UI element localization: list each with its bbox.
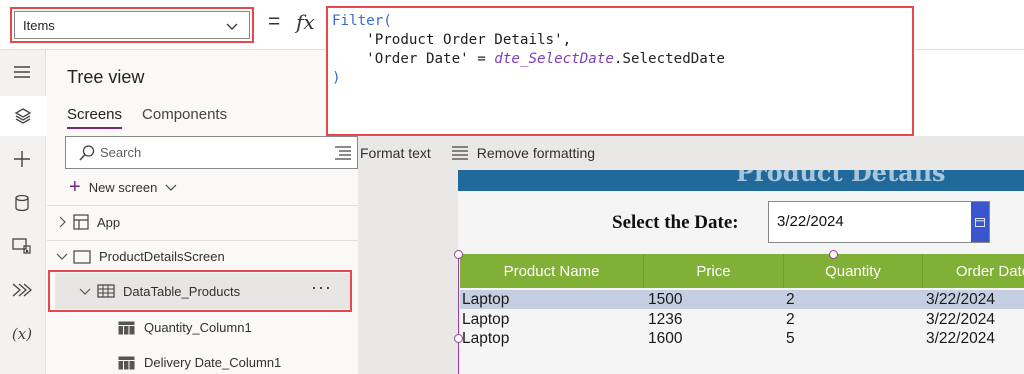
table-cell: 3/22/2024 [926,291,995,308]
divider [47,205,358,206]
database-icon[interactable] [8,189,36,217]
resize-handle[interactable] [454,334,463,343]
date-picker-value: 3/22/2024 [777,213,844,230]
calendar-icon[interactable] [971,202,989,242]
table-cell: Laptop [462,311,510,328]
chevron-down-icon[interactable] [55,253,69,261]
remove-formatting-label: Remove formatting [476,145,596,161]
format-text-button[interactable]: Format text [334,145,431,161]
tree-node-screen-label: ProductDetailsScreen [99,249,225,264]
power-automate-icon[interactable] [8,276,36,304]
chevron-down-icon [165,184,177,191]
column-header[interactable]: Order Date [923,254,1024,288]
tree-view-title: Tree view [67,67,145,87]
screen-icon [73,249,91,264]
column-header[interactable]: Product Name [460,254,644,288]
resize-handle[interactable] [454,250,463,259]
format-toolbar: Format text Remove formatting [326,138,607,168]
new-screen-label: New screen [88,179,158,195]
formula-line-1: Filter( [332,13,392,29]
table-cell: 1600 [648,330,683,347]
equals-sign: = [268,10,281,33]
tree-node-column-label: Delivery Date_Column1 [144,355,282,370]
formula-text: Filter( 'Product Order Details', 'Order … [332,12,725,88]
selected-node-highlight [48,270,352,312]
media-icon[interactable] [8,232,36,260]
tree-node-column[interactable]: Quantity_Column1 [118,320,252,335]
table-row[interactable]: Laptop 1600 5 3/22/2024 [460,329,1024,348]
property-dropdown-value: Items [23,17,55,33]
app-header-bar: Product Details [458,170,1024,191]
chevron-right-icon[interactable] [55,216,69,228]
tree-node-screen[interactable]: ProductDetailsScreen [55,249,225,264]
remove-formatting-icon [451,146,468,160]
table-row[interactable]: Laptop 1500 2 3/22/2024 [460,290,1024,309]
tree-node-app[interactable]: App [55,214,120,230]
app-header-title: Product Details [736,170,946,187]
column-header[interactable]: Price [644,254,784,288]
tab-screens[interactable]: Screens [67,106,123,129]
plus-icon[interactable] [8,145,36,173]
tree-node-app-label: App [97,214,121,230]
tree-view-tabs: Screens Components [67,106,227,129]
property-dropdown[interactable]: Items [10,7,254,43]
formula-control-ref: dte_SelectDate [494,51,614,67]
chevron-down-icon [226,23,238,30]
new-screen-button[interactable]: + New screen [69,176,177,198]
date-picker[interactable]: 3/22/2024 [768,201,990,243]
tree-node-column-label: Quantity_Column1 [144,320,252,335]
search-icon [79,145,95,161]
formula-editor[interactable]: Filter( 'Product Order Details', 'Order … [326,6,914,136]
search-input[interactable]: Search [65,136,358,169]
table-cell: Laptop [462,291,510,308]
table-cell: 2 [786,291,795,308]
table-cell: 1236 [648,311,683,328]
table-row[interactable]: Laptop 1236 2 3/22/2024 [460,310,1024,329]
plus-icon: + [69,176,81,198]
column-icon [118,356,135,370]
app-icon [73,214,89,230]
datatable-header: Product Name Price Quantity Order Date [460,254,1024,288]
column-header[interactable]: Quantity [784,254,923,288]
formula-line-4: ) [332,70,341,86]
hamburger-icon[interactable] [8,58,36,86]
table-cell: Laptop [462,330,510,347]
left-rail: (x) [0,50,46,374]
divider [47,240,358,241]
column-icon [118,321,135,335]
formula-line-3b: .SelectedDate [613,51,725,67]
table-cell: 3/22/2024 [926,330,995,347]
tab-components[interactable]: Components [142,106,227,129]
resize-handle[interactable] [829,250,838,259]
table-cell: 2 [786,311,795,328]
table-cell: 3/22/2024 [926,311,995,328]
table-cell: 5 [786,330,795,347]
format-text-icon [335,146,351,160]
format-text-label: Format text [360,145,431,161]
table-cell: 1500 [648,291,683,308]
fx-icon[interactable]: fx [296,10,315,34]
search-placeholder: Search [100,145,142,160]
select-date-label: Select the Date: [612,212,739,233]
layers-icon[interactable] [0,96,46,136]
formula-line-2: 'Product Order Details', [366,32,572,48]
remove-formatting-button[interactable]: Remove formatting [451,145,595,161]
variable-icon[interactable]: (x) [8,320,36,348]
formula-line-3a: 'Order Date' = [366,51,495,67]
tree-node-column[interactable]: Delivery Date_Column1 [118,355,281,370]
